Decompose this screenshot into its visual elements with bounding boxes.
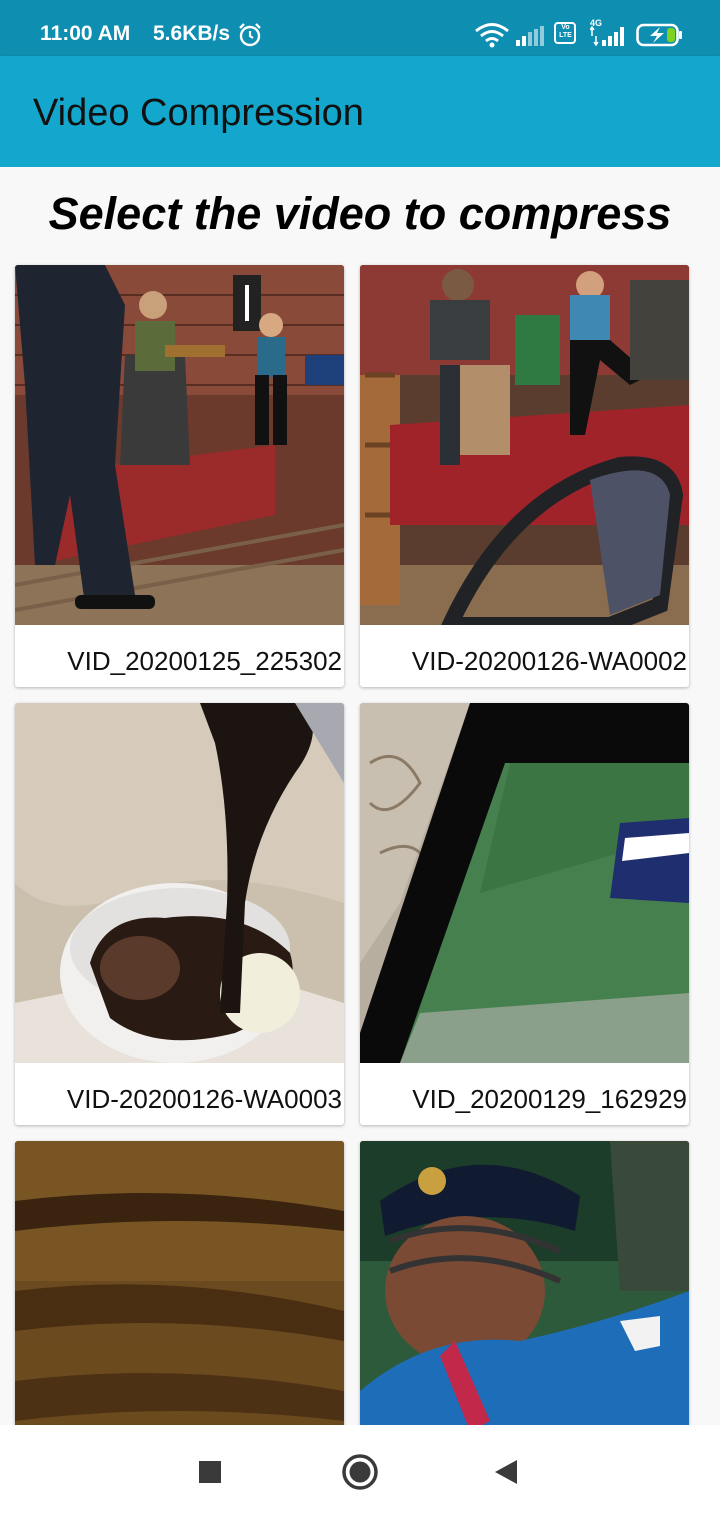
battery-charging-icon — [636, 23, 682, 47]
video-thumbnail[interactable] — [15, 703, 344, 1063]
video-name: VID_20200129_162929 — [412, 1084, 687, 1114]
video-card[interactable]: VID-20200126-WA0002 — [360, 265, 689, 687]
video-name: VID-20200126-WA0002 — [411, 646, 687, 676]
video-thumbnail-image — [360, 703, 689, 1063]
status-icons: Vo LTE 4G — [474, 18, 694, 50]
video-card[interactable] — [360, 1141, 689, 1425]
wifi-icon — [475, 23, 509, 48]
video-card[interactable]: VID-20200126-WA0003 — [15, 703, 344, 1125]
video-card[interactable]: VID_20200129_162929 — [360, 703, 689, 1125]
video-thumbnail[interactable] — [15, 265, 344, 625]
video-grid-screen[interactable]: Select the video to compress VID_2020012… — [0, 167, 720, 1425]
video-thumbnail-image — [15, 703, 344, 1063]
video-thumbnail-image — [15, 265, 344, 625]
back-triangle-icon[interactable] — [484, 1450, 528, 1494]
video-thumbnail[interactable] — [360, 1141, 689, 1425]
video-name: VID-20200126-WA0003 — [66, 1084, 342, 1114]
4g-signal-icon — [590, 26, 624, 46]
video-card[interactable]: VID_20200125_225302 — [15, 265, 344, 687]
signal-icon — [516, 26, 544, 46]
navigation-bar — [0, 1425, 720, 1520]
video-thumbnail[interactable] — [360, 265, 689, 625]
volte-text: Vo LTE — [559, 24, 572, 39]
video-thumbnail-image — [15, 1141, 344, 1425]
recents-square-icon[interactable] — [188, 1450, 232, 1494]
alarm-icon — [239, 23, 261, 47]
video-name: VID_20200125_225302 — [67, 646, 342, 676]
video-card[interactable] — [15, 1141, 344, 1425]
app-bar: Video Compression — [0, 56, 720, 167]
network-speed: 5.6KB/s — [153, 22, 231, 45]
video-thumbnail[interactable] — [15, 1141, 344, 1425]
video-thumbnail-image — [360, 265, 689, 625]
status-time: 11:00 AM — [40, 22, 131, 45]
volte-icon: Vo LTE — [554, 22, 576, 44]
status-bar: 11:00 AM 5.6KB/s Vo LTE 4G — [0, 0, 720, 56]
app-title: Video Compression — [33, 92, 364, 134]
video-thumbnail[interactable] — [360, 703, 689, 1063]
video-thumbnail-image — [360, 1141, 689, 1425]
page-heading: Select the video to compress — [48, 188, 672, 239]
home-circle-icon[interactable] — [338, 1450, 382, 1494]
